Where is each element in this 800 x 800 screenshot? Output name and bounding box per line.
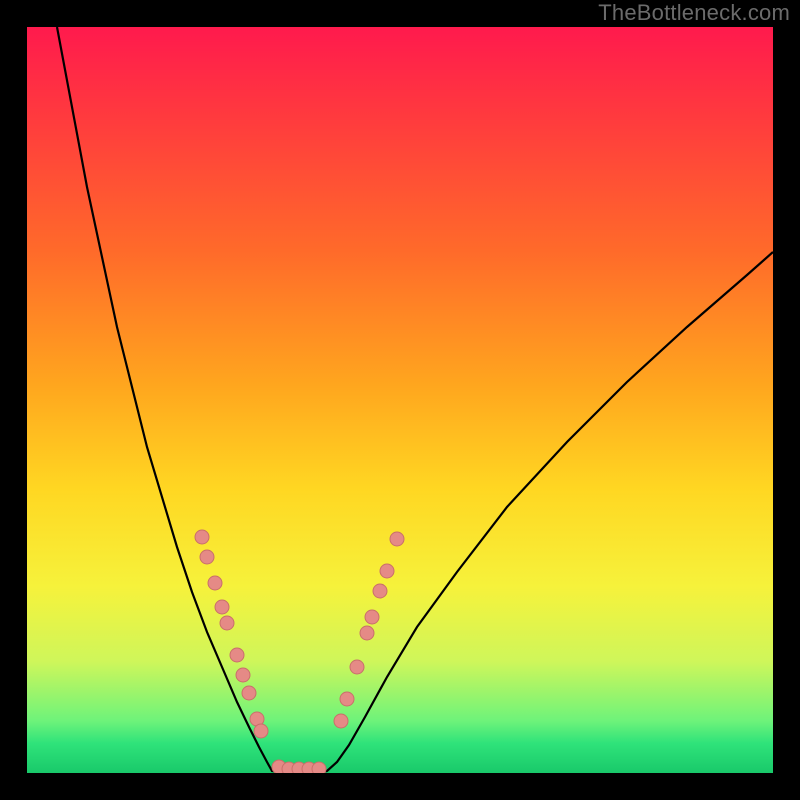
data-dot: [220, 616, 234, 630]
chart-frame: TheBottleneck.com: [0, 0, 800, 800]
data-dot: [312, 762, 326, 773]
data-dot: [242, 686, 256, 700]
data-dot: [292, 762, 306, 773]
data-dot: [334, 714, 348, 728]
curve-svg: [27, 27, 773, 773]
data-dot: [373, 584, 387, 598]
data-dot: [200, 550, 214, 564]
curve-dots: [195, 530, 404, 773]
data-dot: [272, 760, 286, 773]
data-dot: [215, 600, 229, 614]
data-dot: [340, 692, 354, 706]
data-dot: [365, 610, 379, 624]
data-dot: [282, 762, 296, 773]
data-dot: [360, 626, 374, 640]
data-dot: [390, 532, 404, 546]
data-dot: [208, 576, 222, 590]
watermark-text: TheBottleneck.com: [598, 0, 790, 26]
data-dot: [230, 648, 244, 662]
data-dot: [350, 660, 364, 674]
data-dot: [380, 564, 394, 578]
bottleneck-curve: [57, 27, 773, 773]
data-dot: [302, 762, 316, 773]
data-dot: [250, 712, 264, 726]
data-dot: [195, 530, 209, 544]
data-dot: [236, 668, 250, 682]
data-dot: [254, 724, 268, 738]
plot-area: [27, 27, 773, 773]
